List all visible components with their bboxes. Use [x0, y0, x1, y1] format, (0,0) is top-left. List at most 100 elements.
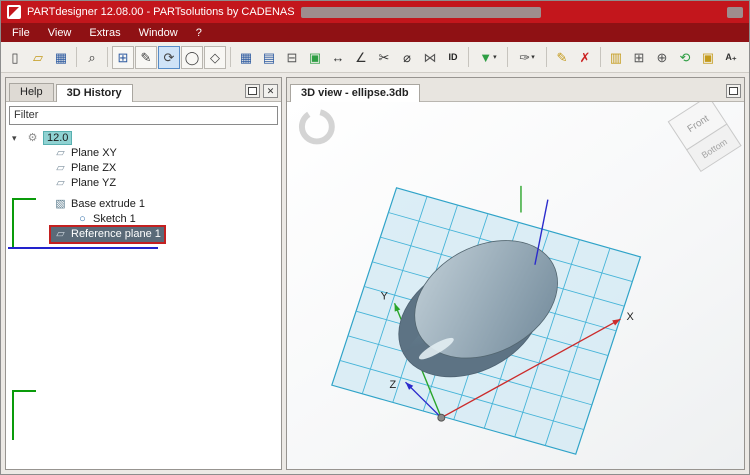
insertion-line: [8, 247, 158, 249]
rotation-compass-icon[interactable]: [302, 112, 332, 142]
toolbar-separator: [600, 47, 601, 67]
reorder-indicator: [12, 390, 36, 440]
duplicate-part-button[interactable]: ▣: [697, 46, 719, 69]
viewport-canvas[interactable]: Front Bottom X Y Z: [287, 102, 744, 469]
title-bar: PARTdesigner 12.08.00 - PARTsolutions by…: [1, 1, 749, 23]
viewport-settings-icon: ⊞: [118, 51, 129, 64]
variable-table-icon: ▦: [240, 51, 252, 64]
plane-icon: ▱: [54, 163, 67, 174]
preview-image-button[interactable]: ▣: [304, 46, 326, 69]
tree-node-label: Sketch 1: [93, 213, 136, 225]
viewport-settings-button[interactable]: ⊞: [112, 46, 134, 69]
id-display-button[interactable]: ID: [442, 46, 464, 69]
refresh-part-button[interactable]: ⟲: [674, 46, 696, 69]
annotation-icon: A₊: [725, 53, 736, 62]
restore-icon: [729, 87, 738, 95]
sketch-icon: ○: [76, 214, 89, 225]
duplicate-part-icon: ▣: [702, 51, 714, 64]
axis-z-label: Z: [390, 379, 397, 391]
tree-node-plane-zx[interactable]: ▱Plane ZX: [6, 161, 281, 176]
axis-x-label: X: [627, 311, 635, 323]
toolbar-separator: [507, 47, 508, 67]
export-icon: ✑: [519, 51, 530, 64]
view-panel: 3D view - ellipse.3db: [286, 77, 745, 470]
nav-cube[interactable]: Front Bottom: [668, 102, 741, 171]
tree-node-sketch-1[interactable]: ○ Sketch 1: [6, 212, 281, 227]
calculator-button[interactable]: ⊟: [281, 46, 303, 69]
calculator-icon: ⊟: [287, 51, 298, 64]
variable-table-button[interactable]: ▦: [235, 46, 257, 69]
menu-help[interactable]: ?: [187, 25, 211, 41]
tree-node-label: 12.0: [43, 131, 72, 145]
menu-extras[interactable]: Extras: [80, 25, 129, 41]
diameter-tool-button[interactable]: ⌀: [396, 46, 418, 69]
copy-clipboard-button[interactable]: ⊞: [628, 46, 650, 69]
content-area: Help 3D History ✕ ▾⚙12.0▱Plane XY▱Plane …: [5, 77, 745, 470]
delete-entry-button[interactable]: ✗: [574, 46, 596, 69]
release-state-button[interactable]: ▼▾: [473, 46, 503, 69]
circle-tool-button[interactable]: ◯: [181, 46, 203, 69]
plane-icon: ▱: [54, 229, 67, 240]
origin-point[interactable]: [438, 414, 445, 421]
id-display-icon: ID: [449, 53, 458, 62]
tree-node-12-0[interactable]: ▾⚙ 12.0: [6, 131, 281, 146]
panel-restore-button[interactable]: [245, 84, 260, 98]
open-folder-button[interactable]: ▱: [27, 46, 49, 69]
menu-file[interactable]: File: [3, 25, 39, 41]
tree-node-base-extrude-1[interactable]: ▧Base extrude 1: [6, 197, 281, 212]
polygon-tool-button[interactable]: ◇: [204, 46, 226, 69]
link-tool-button[interactable]: ⋈: [419, 46, 441, 69]
sketch-editor-button[interactable]: ✎: [135, 46, 157, 69]
paste-clipboard-button[interactable]: ▥: [605, 46, 627, 69]
edit-entry-button[interactable]: ✎: [551, 46, 573, 69]
toolbar-separator: [230, 47, 231, 67]
tree-node-body: ▱ Plane YZ: [51, 176, 119, 191]
restore-icon: [248, 87, 257, 95]
viewport-3d[interactable]: Front Bottom X Y Z: [287, 102, 744, 469]
save-button[interactable]: ▦: [50, 46, 72, 69]
export-button[interactable]: ✑▾: [512, 46, 542, 69]
toolbar-separator: [107, 47, 108, 67]
refresh-part-icon: ⟲: [680, 51, 691, 64]
zoom-icon: ⌕: [88, 51, 95, 64]
circle-tool-icon: ◯: [185, 51, 200, 64]
tree-node-plane-xy[interactable]: ▱Plane XY: [6, 146, 281, 161]
new-document-button[interactable]: ▯: [4, 46, 26, 69]
panel-close-button[interactable]: ✕: [263, 84, 278, 98]
tab-3d-view[interactable]: 3D view - ellipse.3db: [290, 84, 420, 102]
fit-dimensions-button[interactable]: ↔: [327, 46, 349, 69]
paste-clipboard-icon: ▥: [610, 51, 622, 64]
tree-node-plane-yz[interactable]: ▱ Plane YZ: [6, 176, 281, 191]
filter-input[interactable]: [9, 106, 278, 125]
tree-node-label: Reference plane 1: [71, 228, 161, 240]
tab-3d-history[interactable]: 3D History: [56, 84, 133, 102]
expander-icon[interactable]: ▾: [12, 133, 23, 144]
menu-view[interactable]: View: [39, 25, 81, 41]
tree-node-reference-plane-1[interactable]: ▱ Reference plane 1: [6, 227, 281, 242]
rotate-view-button[interactable]: ⟳: [158, 46, 180, 69]
toolbar-separator: [546, 47, 547, 67]
tab-help[interactable]: Help: [9, 83, 54, 101]
view-restore-button[interactable]: [726, 84, 741, 98]
assembly-icon: ⚙: [26, 133, 39, 144]
rotate-view-icon: ⟳: [164, 51, 175, 64]
open-folder-icon: ▱: [33, 51, 43, 64]
axis-y-label: Y: [381, 290, 389, 302]
cut-tool-icon: ✂: [379, 51, 390, 64]
new-document-icon: ▯: [11, 51, 18, 64]
menu-window[interactable]: Window: [130, 25, 187, 41]
dropdown-caret-icon: ▾: [531, 53, 535, 61]
zoom-button[interactable]: ⌕: [81, 46, 103, 69]
annotation-button[interactable]: A₊: [720, 46, 742, 69]
add-feature-button[interactable]: ⊕: [651, 46, 673, 69]
value-table-button[interactable]: ▤: [258, 46, 280, 69]
angle-tool-button[interactable]: ∠: [350, 46, 372, 69]
fit-dimensions-icon: ↔: [332, 51, 345, 64]
plane-icon: ▱: [54, 178, 67, 189]
cut-tool-button[interactable]: ✂: [373, 46, 395, 69]
tree-node-body: ⚙ 12.0: [23, 131, 75, 146]
tree-node-label: Plane YZ: [71, 177, 116, 189]
extrude-icon: ▧: [54, 199, 67, 210]
delete-entry-icon: ✗: [580, 51, 591, 64]
redacted-text: [727, 7, 743, 18]
